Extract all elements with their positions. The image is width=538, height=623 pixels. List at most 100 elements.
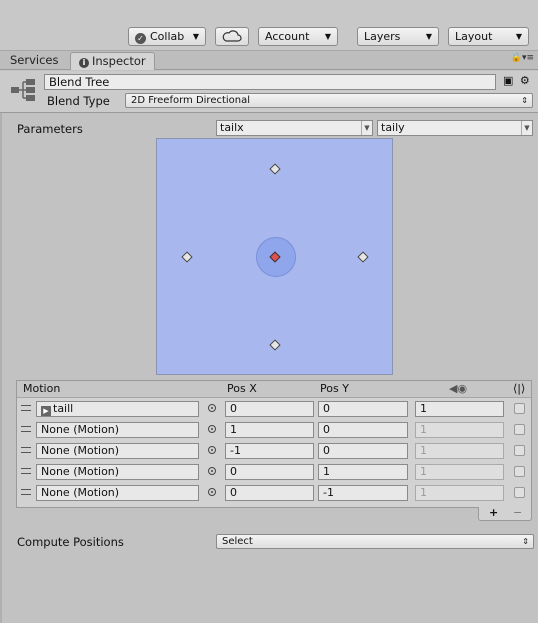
- speed-field[interactable]: 1: [415, 422, 504, 438]
- toolbar: ✓ Collab ▼ Account ▼ Layers ▼ Layout ▼: [0, 0, 538, 51]
- motion-field[interactable]: None (Motion): [36, 485, 199, 501]
- object-picker-icon[interactable]: [208, 467, 216, 475]
- motion-row: None (Motion) 1 0 1: [17, 420, 531, 441]
- tab-bar: Services i Inspector 🔒▾≡: [0, 51, 538, 70]
- motion-point[interactable]: [269, 163, 281, 175]
- dropdown-arrow-icon[interactable]: ▼: [521, 121, 532, 135]
- motion-table: Motion Pos X Pos Y ◀◉ ⟨|⟩ ▶ taill 0 0 1 None …: [16, 380, 532, 508]
- collab-button[interactable]: ✓ Collab ▼: [128, 27, 206, 46]
- motion-point[interactable]: [357, 251, 369, 263]
- compute-positions-select[interactable]: Select ⇕: [216, 534, 534, 549]
- blend-type-value: 2D Freeform Directional: [131, 95, 251, 106]
- caret-down-icon: ▼: [515, 32, 522, 41]
- pos-x-field[interactable]: -1: [225, 443, 314, 459]
- compute-positions-value: Select: [222, 536, 253, 547]
- motion-field[interactable]: None (Motion): [36, 422, 199, 438]
- add-motion-button[interactable]: +: [489, 507, 498, 519]
- pos-x-field[interactable]: 0: [225, 485, 314, 501]
- inspector-header: Blend Tree ▣ ⚙ Blend Type 2D Freeform Di…: [0, 71, 538, 113]
- motion-value: None (Motion): [41, 465, 120, 478]
- mirror-checkbox[interactable]: [514, 424, 525, 435]
- motion-header: Motion: [23, 382, 61, 395]
- lock-menu-icon[interactable]: 🔒▾≡: [511, 53, 534, 63]
- tab-services[interactable]: Services: [2, 52, 67, 70]
- speed-header-icon[interactable]: ◀◉: [449, 381, 467, 397]
- layout-button[interactable]: Layout ▼: [448, 27, 529, 46]
- updown-arrow-icon: ⇕: [522, 537, 529, 546]
- object-picker-icon[interactable]: [208, 446, 216, 454]
- compute-positions-label: Compute Positions: [17, 535, 124, 549]
- mirror-checkbox[interactable]: [514, 403, 525, 414]
- account-label: Account: [265, 30, 310, 43]
- param-x-value: tailx: [220, 121, 244, 134]
- parameters-label: Parameters: [17, 122, 83, 136]
- drag-handle-icon[interactable]: [21, 426, 31, 432]
- mirror-checkbox[interactable]: [514, 445, 525, 456]
- motion-value: None (Motion): [41, 423, 120, 436]
- blend-type-label: Blend Type: [47, 94, 110, 108]
- blend-tree-name-field[interactable]: Blend Tree: [44, 74, 496, 90]
- dropdown-arrow-icon[interactable]: ▼: [361, 121, 372, 135]
- layers-label: Layers: [364, 30, 401, 43]
- motion-point[interactable]: [181, 251, 193, 263]
- pos-x-header: Pos X: [227, 382, 257, 395]
- pos-y-field[interactable]: -1: [318, 485, 408, 501]
- motion-field[interactable]: None (Motion): [36, 464, 199, 480]
- tab-inspector-label: Inspector: [92, 54, 146, 68]
- drag-handle-icon[interactable]: [21, 468, 31, 474]
- gear-icon[interactable]: ⚙: [520, 74, 530, 87]
- pos-y-field[interactable]: 0: [318, 443, 408, 459]
- motion-point[interactable]: [269, 339, 281, 351]
- motion-value: None (Motion): [41, 486, 120, 499]
- cloud-icon: [222, 30, 242, 42]
- speed-field[interactable]: 1: [415, 485, 504, 501]
- object-picker-icon[interactable]: [208, 425, 216, 433]
- panel-edge: [0, 113, 2, 623]
- collab-label: Collab: [150, 30, 185, 43]
- param-y-field[interactable]: taily ▼: [377, 120, 533, 136]
- motion-value: None (Motion): [41, 444, 120, 457]
- layers-button[interactable]: Layers ▼: [357, 27, 439, 46]
- pos-y-header: Pos Y: [320, 382, 349, 395]
- check-circle-icon: ✓: [135, 33, 146, 44]
- object-picker-icon[interactable]: [208, 488, 216, 496]
- tab-inspector[interactable]: i Inspector: [70, 52, 155, 70]
- motion-field[interactable]: None (Motion): [36, 443, 199, 459]
- layout-label: Layout: [455, 30, 493, 43]
- blend-space-graph[interactable]: [156, 138, 393, 375]
- cloud-button[interactable]: [215, 27, 249, 46]
- pos-y-field[interactable]: 1: [318, 464, 408, 480]
- motion-row: None (Motion) -1 0 1: [17, 441, 531, 462]
- tab-services-label: Services: [10, 53, 59, 67]
- mirror-header-icon[interactable]: ⟨|⟩: [513, 381, 525, 397]
- blend-tree-icon: [11, 79, 35, 101]
- account-button[interactable]: Account ▼: [258, 27, 338, 46]
- motion-value: taill: [53, 402, 74, 415]
- motion-field[interactable]: ▶ taill: [36, 401, 199, 417]
- remove-motion-button[interactable]: −: [513, 507, 522, 519]
- drag-handle-icon[interactable]: [21, 489, 31, 495]
- mirror-checkbox[interactable]: [514, 466, 525, 477]
- object-picker-icon[interactable]: [208, 404, 216, 412]
- param-y-value: taily: [381, 121, 405, 134]
- speed-field[interactable]: 1: [415, 464, 504, 480]
- drag-handle-icon[interactable]: [21, 447, 31, 453]
- motion-table-header: Motion Pos X Pos Y ◀◉ ⟨|⟩: [17, 381, 531, 398]
- blend-type-select[interactable]: 2D Freeform Directional ⇕: [125, 93, 533, 108]
- caret-down-icon: ▼: [425, 32, 432, 41]
- animation-clip-icon: ▶: [41, 406, 51, 416]
- drag-handle-icon[interactable]: [21, 405, 31, 411]
- pos-x-field[interactable]: 0: [225, 464, 314, 480]
- book-icon[interactable]: ▣: [503, 74, 513, 87]
- caret-down-icon: ▼: [324, 32, 331, 41]
- speed-field[interactable]: 1: [415, 443, 504, 459]
- pos-x-field[interactable]: 1: [225, 422, 314, 438]
- info-icon: i: [79, 58, 89, 68]
- motion-row: None (Motion) 0 1 1: [17, 462, 531, 483]
- pos-y-field[interactable]: 0: [318, 401, 408, 417]
- param-x-field[interactable]: tailx ▼: [216, 120, 373, 136]
- speed-field[interactable]: 1: [415, 401, 504, 417]
- mirror-checkbox[interactable]: [514, 487, 525, 498]
- pos-y-field[interactable]: 0: [318, 422, 408, 438]
- pos-x-field[interactable]: 0: [225, 401, 314, 417]
